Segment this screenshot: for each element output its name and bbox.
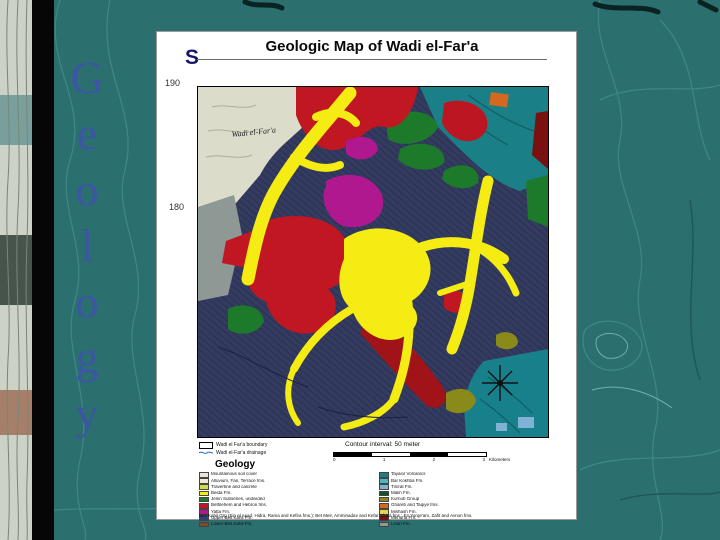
scale-unit-label: Kilometers bbox=[489, 457, 511, 462]
contour-interval-note: Contour interval: 50 meter bbox=[345, 441, 421, 448]
legend: Mountainous soil cover Alluvium, Fan, Ter… bbox=[199, 472, 547, 528]
legend-row: Malih Fm. bbox=[379, 490, 547, 497]
legend-column-right: Tayasir Volcanics Bar Kokhba Fm. Timrat Fm… bbox=[379, 472, 547, 528]
scale-segment bbox=[448, 453, 486, 456]
legend-row: Lisan Fm. bbox=[379, 521, 547, 528]
presentation-slide: G e o l o g y S Geologic Map of Wadi el-… bbox=[0, 0, 720, 540]
legend-row: Alluvium, Fan, Terrace fms. bbox=[199, 478, 367, 484]
scale-tick: 3 bbox=[482, 457, 485, 462]
legend-color-chip bbox=[199, 521, 209, 528]
legend-row: Timrat Fm. bbox=[379, 484, 547, 490]
legend-row: Travertine and calcrete bbox=[199, 484, 367, 490]
legend-color-chip bbox=[379, 478, 389, 484]
vertical-title-letter: o bbox=[75, 164, 99, 215]
legend-label: Kurnub Group bbox=[391, 497, 420, 502]
legend-color-chip bbox=[379, 484, 389, 490]
legend-color-chip bbox=[199, 496, 209, 503]
legend-row: Lower Beit Kahil Fm. bbox=[199, 521, 367, 528]
legend-row: Tayasir Volcanics bbox=[379, 472, 547, 478]
scale-segment bbox=[410, 453, 448, 456]
legend-label: Tayasir Volcanics bbox=[391, 472, 426, 477]
legend-color-chip bbox=[199, 502, 209, 509]
legend-row: Bethlehem and Hebron fms. bbox=[199, 502, 367, 509]
legend-label: Malih Fm. bbox=[391, 491, 411, 495]
scale-tick: 1 bbox=[382, 457, 386, 462]
legend-row: Kurnub Group bbox=[379, 496, 547, 503]
legend-color-chip bbox=[379, 490, 389, 497]
boundary-label: Wadi el Far'a boundary bbox=[216, 442, 268, 448]
drainage-line-icon bbox=[199, 451, 213, 454]
legend-label: Lower Beit Kahil Fm. bbox=[211, 521, 253, 526]
drainage-label: Wadi el-Far'a drainage bbox=[216, 450, 267, 456]
legend-color-chip bbox=[379, 502, 389, 509]
map-figure-panel: S Geologic Map of Wadi el-Far'a 190 180 bbox=[156, 31, 577, 528]
legend-row: Bar Kokhba Fm. bbox=[379, 478, 547, 484]
legend-color-chip bbox=[199, 484, 209, 490]
legend-row: Beida Fm. bbox=[199, 490, 367, 497]
legend-label: Timrat Fm. bbox=[391, 484, 413, 489]
legend-color-chip bbox=[199, 478, 209, 484]
legend-heading: Geology bbox=[215, 459, 256, 470]
scale-tick: 2 bbox=[432, 457, 436, 462]
legend-label: Bar Kokhba Fm. bbox=[391, 478, 424, 483]
legend-color-chip bbox=[379, 521, 389, 528]
vertical-title: G e o l o g y bbox=[50, 50, 124, 442]
vertical-title-letter: e bbox=[76, 108, 98, 159]
grid-label-190: 190 bbox=[165, 78, 181, 88]
legend-label: Jenin Subseries, undivided bbox=[211, 497, 265, 502]
legend-color-chip bbox=[379, 472, 389, 478]
geologic-map: Wadi el-Far'a bbox=[198, 87, 548, 437]
map-title: Geologic Map of Wadi el-Far'a bbox=[265, 38, 479, 55]
vertical-title-letter: g bbox=[75, 332, 99, 383]
legend-label: Beida Fm. bbox=[211, 491, 232, 495]
legend-label: Alluvium, Fan, Terrace fms. bbox=[211, 478, 266, 483]
scale-segment bbox=[334, 453, 372, 456]
legend-color-chip bbox=[199, 490, 209, 497]
legend-label: Lisan Fm. bbox=[391, 521, 411, 526]
map-frame: Wadi el-Far'a bbox=[197, 86, 549, 438]
legend-row: Ghareb and Taqiye fms. bbox=[379, 502, 547, 509]
vertical-title-letter: o bbox=[75, 276, 99, 327]
scale-segment bbox=[372, 453, 410, 456]
topo-map-strip bbox=[0, 0, 32, 540]
map-key: Wadi el Far'a boundary Wadi el-Far'a dra… bbox=[199, 441, 267, 457]
legend-label: Ghareb and Taqiye fms. bbox=[391, 503, 439, 508]
vertical-title-letter: l bbox=[80, 220, 94, 271]
legend-color-chip bbox=[379, 496, 389, 503]
legend-column-left: Mountainous soil cover Alluvium, Fan, Ter… bbox=[199, 472, 367, 528]
title-rule bbox=[197, 59, 547, 60]
legend-row: Mountainous soil cover bbox=[199, 472, 367, 478]
legend-color-chip bbox=[199, 472, 209, 478]
scale-ticks: 0 1 2 3 bbox=[333, 457, 485, 462]
scale-tick: 0 bbox=[333, 457, 336, 462]
legend-label: Bethlehem and Hebron fms. bbox=[211, 503, 268, 508]
scale-bar: 0 1 2 3 Kilometers bbox=[333, 452, 510, 462]
vertical-title-letter: y bbox=[75, 388, 99, 439]
legend-label: Mountainous soil cover bbox=[211, 472, 258, 477]
legend-label: Travertine and calcrete bbox=[211, 484, 257, 489]
legend-row: Jenin Subseries, undivided bbox=[199, 496, 367, 503]
vertical-title-letter: G bbox=[70, 52, 104, 103]
grid-label-180: 180 bbox=[169, 202, 185, 212]
boundary-symbol bbox=[199, 441, 213, 449]
legend-caption: Beit Kahil Grp (Ein el Asad, Hidra, Rama… bbox=[199, 513, 473, 518]
